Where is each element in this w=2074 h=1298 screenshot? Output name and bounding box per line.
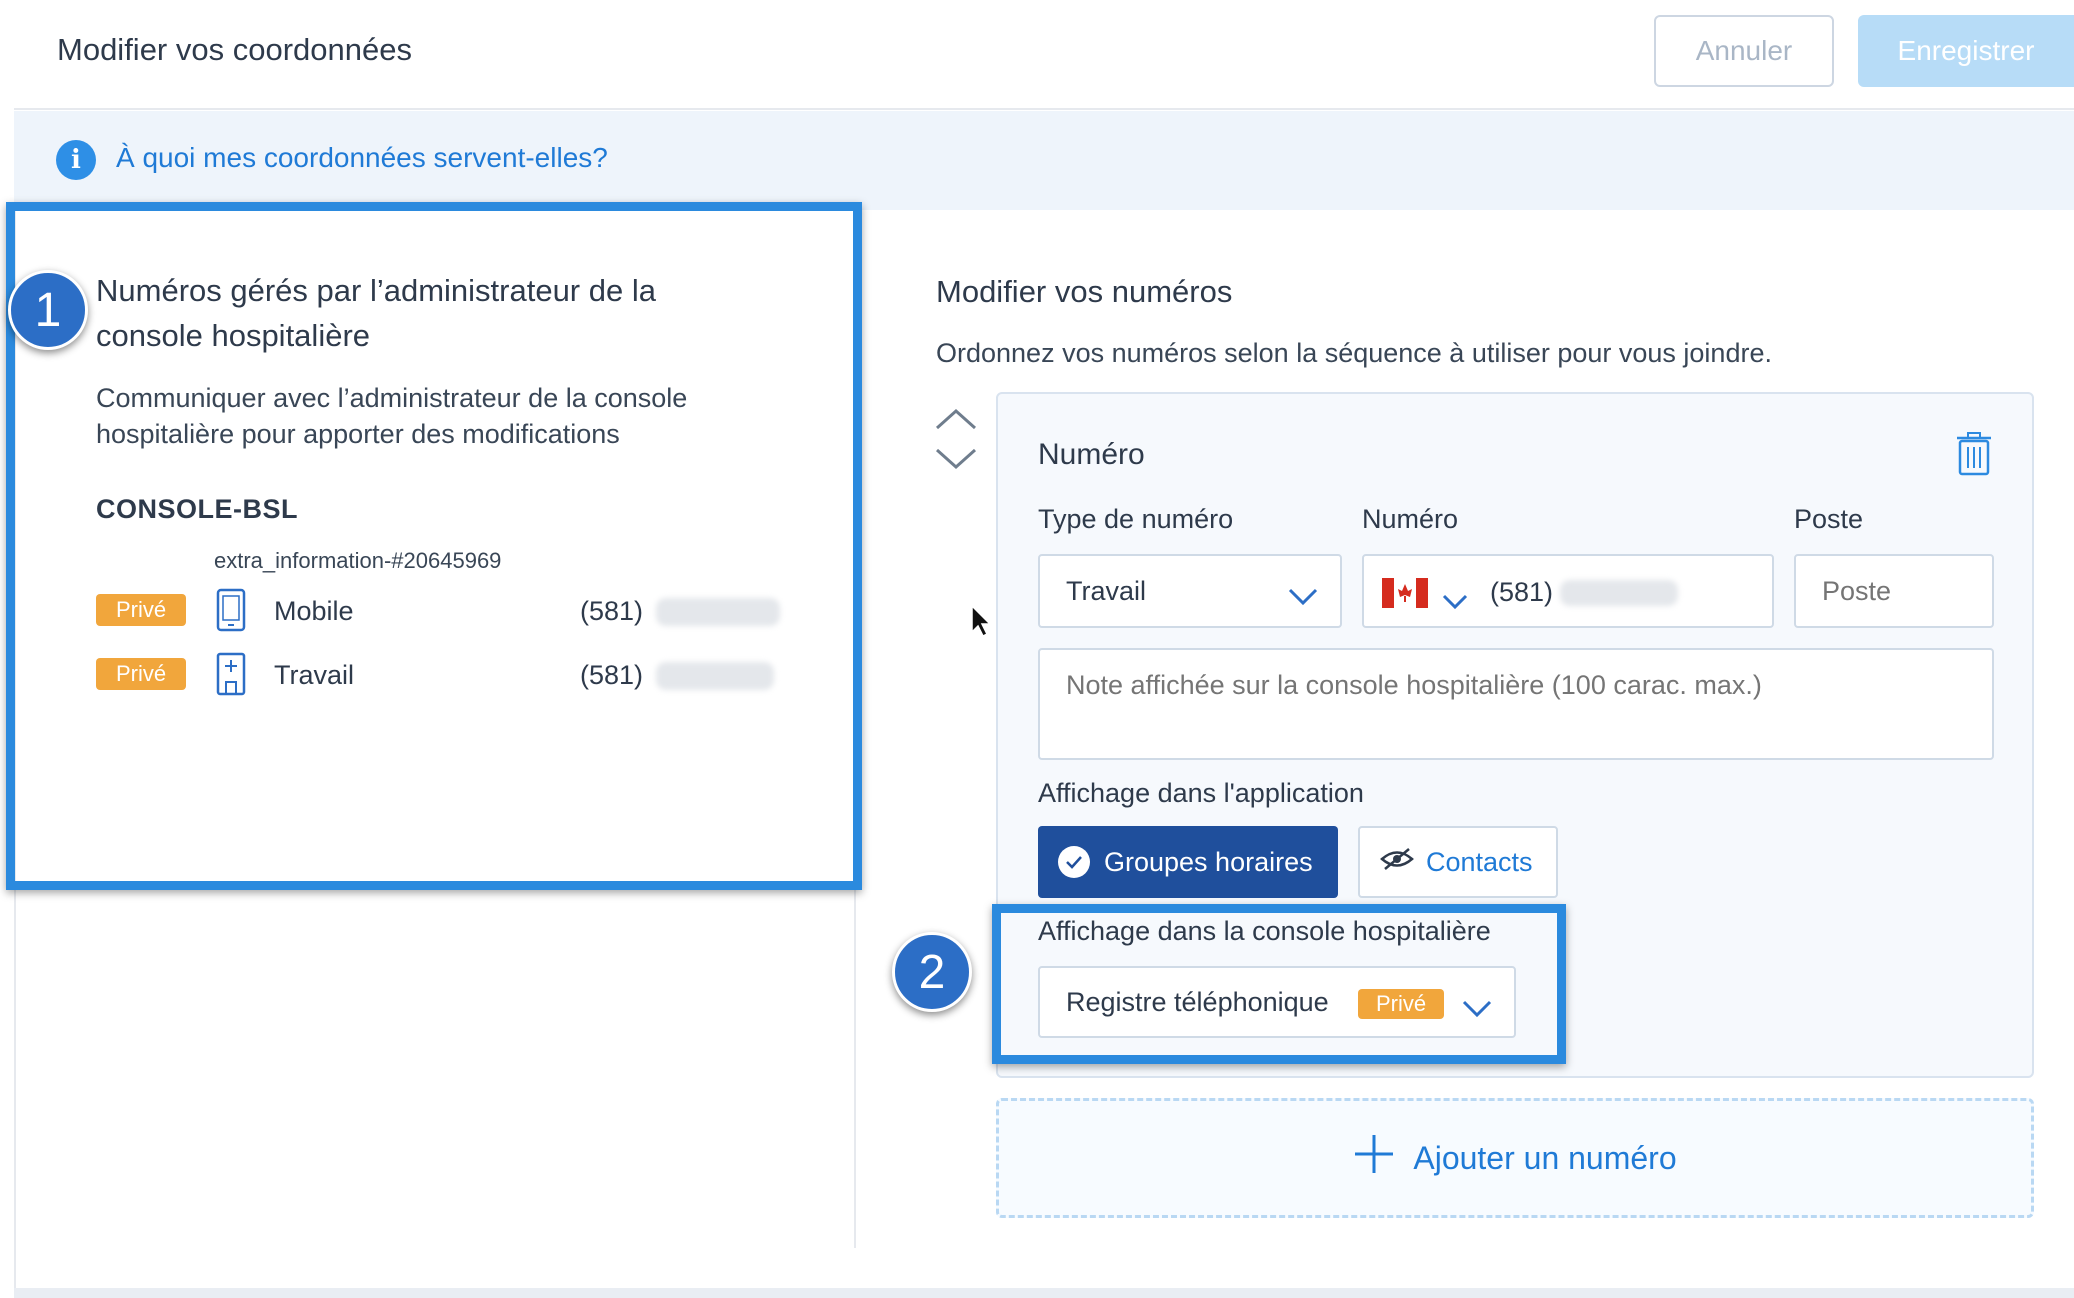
card-title: Numéro: [1038, 438, 1145, 471]
plus-icon: [1353, 1133, 1395, 1183]
chevron-down-icon[interactable]: [1442, 586, 1468, 617]
highlight-box-2: [992, 904, 1566, 1064]
callout-badge-1: 1: [8, 270, 88, 350]
save-button[interactable]: Enregistrer: [1858, 15, 2074, 87]
move-up-button[interactable]: [934, 404, 978, 438]
app-display-label: Affichage dans l'application: [1038, 778, 1364, 808]
highlight-box-1: [6, 202, 862, 890]
canada-flag-icon[interactable]: [1382, 578, 1428, 615]
eye-off-icon: [1380, 846, 1414, 879]
mouse-cursor-icon: [970, 604, 992, 643]
callout-badge-2: 2: [892, 932, 972, 1012]
phone-number-field[interactable]: (581): [1362, 554, 1774, 628]
help-link[interactable]: À quoi mes coordonnées servent-elles?: [116, 142, 608, 174]
type-select-value: Travail: [1066, 575, 1147, 606]
edit-numbers-title: Modifier vos numéros: [936, 274, 1233, 309]
chevron-down-icon: [934, 446, 978, 477]
chevron-down-icon: [1288, 582, 1318, 613]
check-circle-icon: [1058, 846, 1090, 878]
page-title: Modifier vos coordonnées: [57, 32, 412, 67]
info-icon: i: [56, 140, 96, 180]
redacted-number: [1560, 580, 1678, 606]
edit-numbers-description: Ordonnez vos numéros selon la séquence à…: [936, 338, 1772, 368]
segment-contacts[interactable]: Contacts: [1358, 826, 1558, 898]
note-textarea[interactable]: [1038, 648, 1994, 760]
add-number-button[interactable]: Ajouter un numéro: [996, 1098, 2034, 1218]
trash-icon[interactable]: [1954, 432, 1994, 481]
phone-area-code: (581): [1490, 577, 1554, 607]
type-label: Type de numéro: [1038, 504, 1234, 534]
number-label: Numéro: [1362, 504, 1459, 534]
type-select[interactable]: Travail: [1038, 554, 1342, 628]
cancel-button[interactable]: Annuler: [1654, 15, 1834, 87]
extension-label: Poste: [1794, 504, 1864, 534]
add-number-label: Ajouter un numéro: [1413, 1139, 1677, 1176]
bottom-border: [14, 1288, 2074, 1298]
segment-groupes-horaires[interactable]: Groupes horaires: [1038, 826, 1338, 898]
extension-input[interactable]: [1794, 554, 1994, 628]
chevron-up-icon: [934, 406, 978, 437]
segment-label: Groupes horaires: [1104, 846, 1313, 877]
move-down-button[interactable]: [934, 444, 978, 478]
segment-label: Contacts: [1426, 846, 1533, 877]
